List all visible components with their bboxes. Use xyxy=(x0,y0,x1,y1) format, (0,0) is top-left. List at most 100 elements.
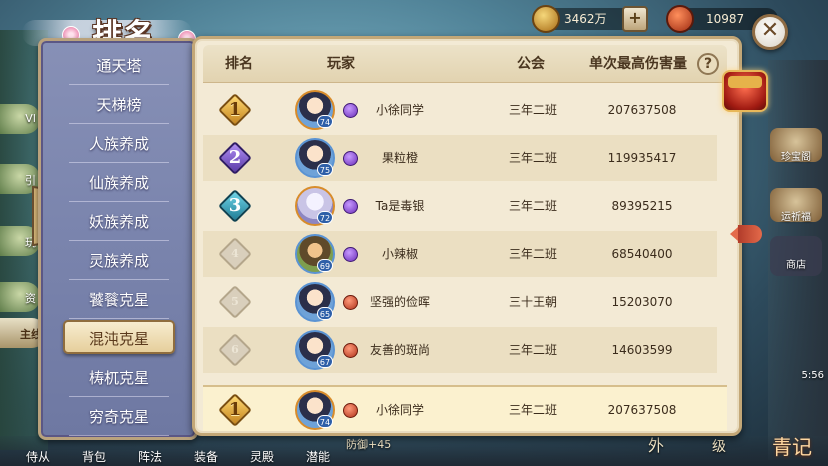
rank-badge-gold: 1 xyxy=(218,93,252,127)
left-hud-label: VI xyxy=(25,112,36,125)
player-level-badge: 75 xyxy=(317,163,333,176)
bottom-tab-formation[interactable]: 阵法 xyxy=(132,448,168,464)
bottom-bar xyxy=(0,436,828,466)
rank-badge-gold: 1 xyxy=(218,393,252,427)
menu-item-hundun-slayer[interactable]: 混沌克星 xyxy=(63,320,175,354)
table-row[interactable]: 3 72 Ta是毒银 三年二班 89395215 xyxy=(203,183,717,229)
guild-name: 三年二班 xyxy=(508,247,557,261)
header-rank: 排名 xyxy=(225,56,253,72)
rank-badge-teal: 3 xyxy=(218,189,252,223)
rank-number: 3 xyxy=(228,195,242,216)
table-row[interactable]: 5 65 坚强的俭晖 三十王朝 15203070 xyxy=(203,279,717,325)
left-hud-button-4[interactable]: 资 xyxy=(0,282,40,312)
left-hud-label: 资 xyxy=(25,292,36,305)
bottom-tab-potential[interactable]: 潜能 xyxy=(300,448,336,464)
menu-item-spirit-clan[interactable]: 灵族养成 xyxy=(63,244,175,280)
add-gold-button[interactable]: + xyxy=(622,6,648,32)
my-player-name: 小徐同学 xyxy=(375,403,424,417)
help-icon[interactable]: ? xyxy=(697,53,719,75)
right-hud-label: 运祈福 xyxy=(781,212,811,223)
menu-item-qiongqi-slayer[interactable]: 穷奇克星 xyxy=(63,400,175,436)
side-pull-tab[interactable] xyxy=(730,225,762,243)
table-header: 排名 玩家 公会 单次最高伤害量 ? xyxy=(203,45,727,83)
menu-item-tongtian-tower[interactable]: 通天塔 xyxy=(63,49,175,85)
guild-name: 三年二班 xyxy=(508,343,557,357)
rank-badge-purple: 2 xyxy=(218,141,252,175)
close-icon: ✕ xyxy=(760,18,780,43)
blessing-button[interactable]: 运祈福 xyxy=(770,188,822,223)
treasure-pavilion-button[interactable]: 珍宝阁 xyxy=(770,128,822,163)
table-row[interactable]: 4 69 小辣椒 三年二班 68540400 xyxy=(203,231,717,277)
header-player: 玩家 xyxy=(327,56,355,72)
right-hud-label: 珍宝阁 xyxy=(781,152,811,163)
rank-badge-plain: 4 xyxy=(218,237,252,271)
player-level-badge: 67 xyxy=(317,355,333,368)
player-level-badge: 74 xyxy=(317,115,333,128)
rank-badge-plain: 6 xyxy=(218,333,252,367)
damage-value: 68540400 xyxy=(611,247,673,261)
left-hud-button-vip[interactable]: VI xyxy=(0,104,40,134)
header-guild: 公会 xyxy=(517,56,545,72)
damage-value: 15203070 xyxy=(611,295,673,309)
player-name: 果粒橙 xyxy=(381,151,418,165)
damage-value: 119935417 xyxy=(607,151,677,165)
my-damage-value: 207637508 xyxy=(607,403,677,417)
gem-icon xyxy=(666,5,694,33)
bottom-tab-attendants[interactable]: 侍从 xyxy=(20,448,56,464)
table-row[interactable]: 2 75 果粒橙 三年二班 119935417 xyxy=(203,135,717,181)
left-hud-label: 引 xyxy=(25,174,36,187)
ranking-list[interactable]: 1 74 小徐同学 三年二班 207637508 2 75 果粒橙 三年二班 1… xyxy=(203,87,717,423)
table-row[interactable]: 6 67 友善的斑尚 三年二班 14603599 xyxy=(203,327,717,373)
rank-number: 2 xyxy=(228,147,242,168)
rank-number: 6 xyxy=(231,343,239,356)
guild-name: 三年二班 xyxy=(508,103,557,117)
gold-coin-icon xyxy=(532,5,560,33)
damage-value: 89395215 xyxy=(611,199,673,213)
ranking-table-panel: 排名 玩家 公会 单次最高伤害量 ? 1 74 小徐同学 三年二班 207637… xyxy=(192,36,742,436)
defense-bonus-text: 防御+45 xyxy=(346,438,392,451)
rank-number: 1 xyxy=(228,99,242,120)
menu-item-immortal-clan[interactable]: 仙族养成 xyxy=(63,166,175,202)
shop-button[interactable]: 商店 xyxy=(770,236,822,276)
player-name: 坚强的俭晖 xyxy=(369,295,430,309)
menu-item-demon-clan[interactable]: 妖族养成 xyxy=(63,205,175,241)
my-guild-name: 三年二班 xyxy=(508,403,557,417)
player-level-badge: 72 xyxy=(317,211,333,224)
damage-value: 207637508 xyxy=(607,103,677,117)
gold-amount: 3462万 xyxy=(564,12,607,26)
gold-currency: 3462万 + xyxy=(532,5,648,33)
player-level-badge: 74 xyxy=(317,415,333,428)
rank-number: 5 xyxy=(231,295,239,308)
player-name: Ta是毒银 xyxy=(375,199,425,213)
close-button[interactable]: ✕ xyxy=(752,14,788,50)
guild-name: 三年二班 xyxy=(508,199,557,213)
ranking-category-menu: 通天塔 天梯榜 人族养成 仙族养成 妖族养成 灵族养成 饕餮克星 混沌克星 梼杌… xyxy=(38,38,198,440)
bottom-right-text-2: 级 xyxy=(712,439,726,455)
rank-badge-plain: 5 xyxy=(218,285,252,319)
rank-number: 4 xyxy=(231,247,239,260)
rank-number: 1 xyxy=(228,399,242,420)
player-name: 小徐同学 xyxy=(375,103,424,117)
player-level-badge: 65 xyxy=(317,307,333,320)
header-max-damage: 单次最高伤害量 xyxy=(589,56,687,72)
bottom-tab-equipment[interactable]: 装备 xyxy=(188,448,224,464)
table-row[interactable]: 1 74 小徐同学 三年二班 207637508 xyxy=(203,87,717,133)
bottom-tab-bag[interactable]: 背包 xyxy=(76,448,112,464)
menu-item-human-clan[interactable]: 人族养成 xyxy=(63,127,175,163)
menu-item-taotie-slayer[interactable]: 饕餮克星 xyxy=(63,283,175,319)
right-hud-label: 商店 xyxy=(786,260,806,271)
my-rank-row: 1 74 小徐同学 三年二班 207637508 xyxy=(203,385,727,431)
damage-value: 14603599 xyxy=(611,343,673,357)
guild-name: 三十王朝 xyxy=(508,295,557,309)
player-level-badge: 69 xyxy=(317,259,333,272)
player-name: 小辣椒 xyxy=(381,247,418,261)
menu-item-taowu-slayer[interactable]: 梼杌克星 xyxy=(63,361,175,397)
player-name: 友善的斑尚 xyxy=(369,343,430,357)
treasure-chest-icon[interactable] xyxy=(722,70,768,112)
clock-text: 5:56 xyxy=(801,370,824,381)
game-logo-text: 青记 xyxy=(772,435,812,459)
bottom-tab-spirit-hall[interactable]: 灵殿 xyxy=(244,448,280,464)
menu-item-ladder[interactable]: 天梯榜 xyxy=(63,88,175,124)
gem-amount: 10987 xyxy=(706,12,745,26)
guild-name: 三年二班 xyxy=(508,151,557,165)
